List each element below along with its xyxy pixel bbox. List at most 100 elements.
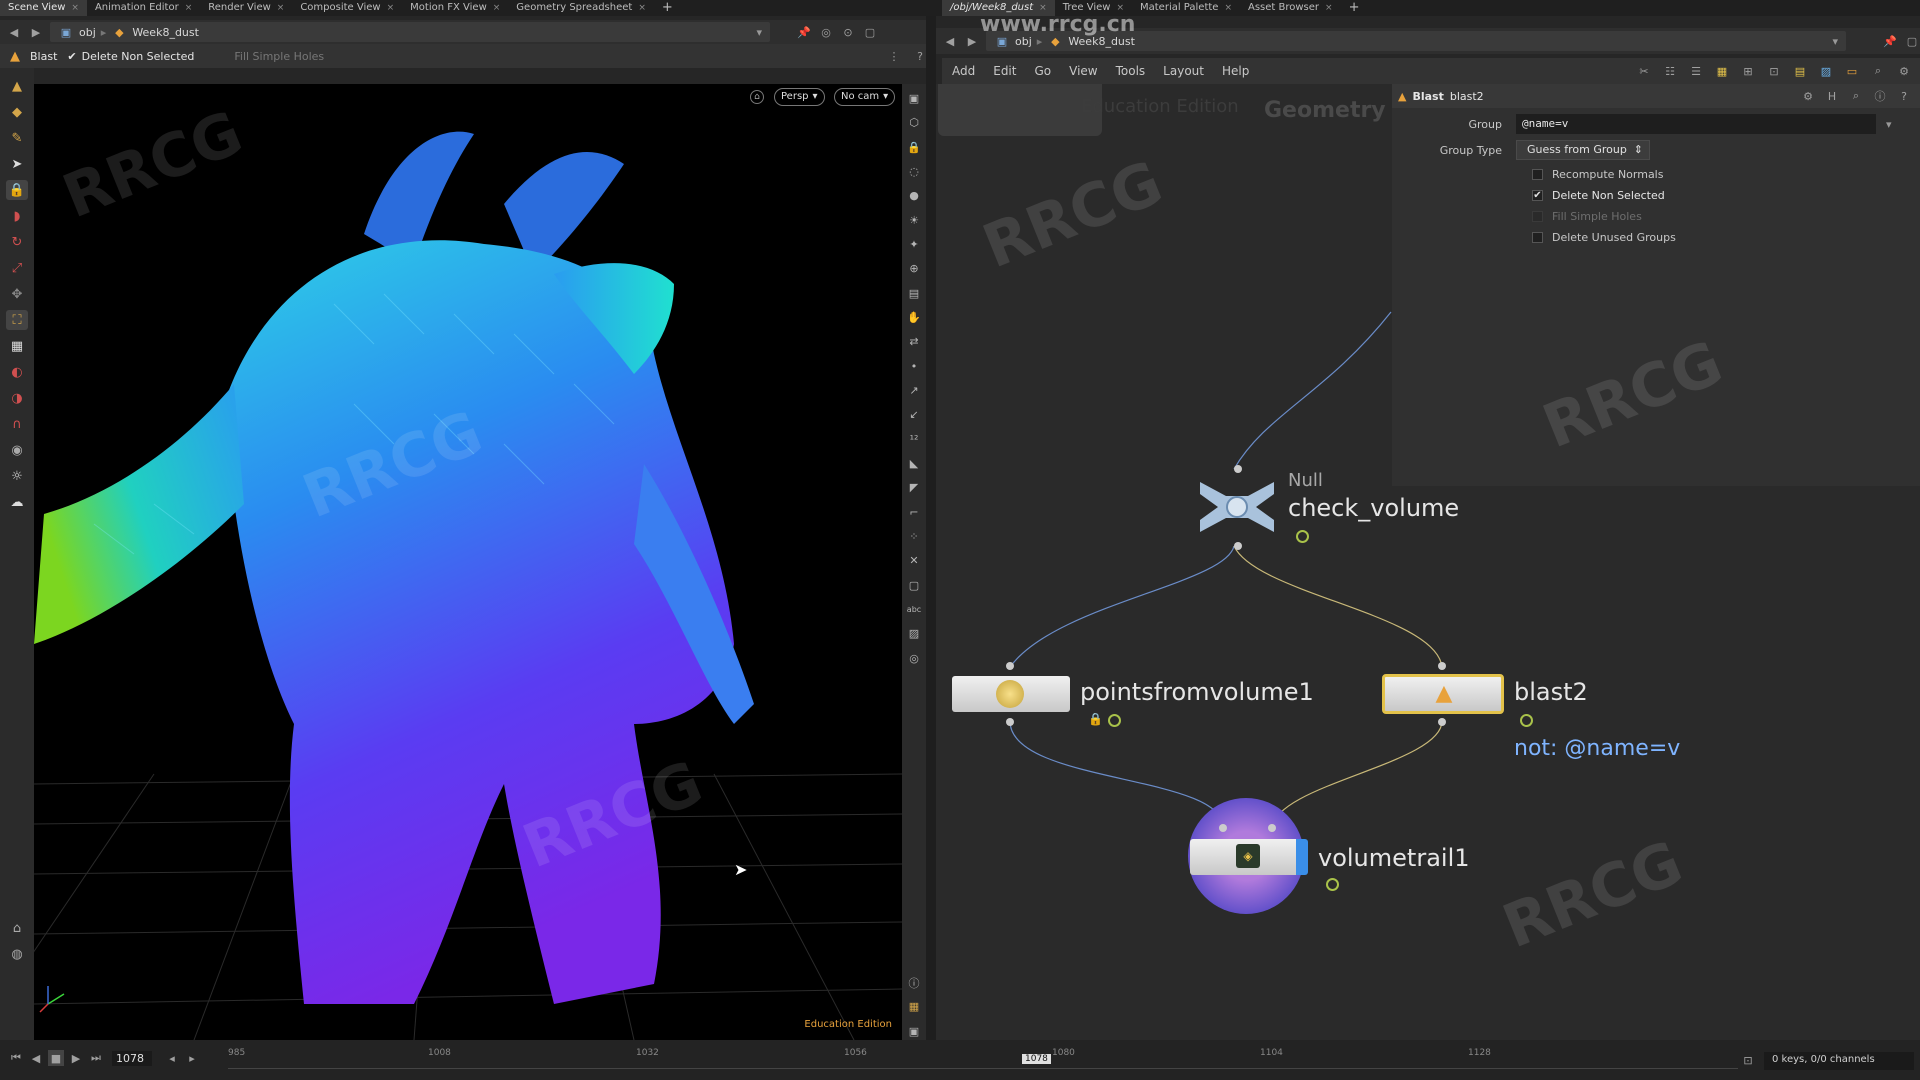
blast2-node[interactable]: ▲ bbox=[1382, 674, 1504, 714]
menu-go[interactable]: Go bbox=[1034, 64, 1051, 78]
sticky-note-icon[interactable]: ▤ bbox=[1792, 63, 1808, 79]
lock-icon[interactable]: 🔒 bbox=[6, 180, 28, 200]
handle-tool-icon[interactable]: ▲ bbox=[6, 76, 28, 96]
pin-icon[interactable]: ⊕ bbox=[905, 260, 923, 277]
face-icon[interactable]: ◤ bbox=[905, 479, 923, 496]
paint-tool-icon[interactable]: ✎ bbox=[6, 128, 28, 148]
brush-icon[interactable]: ◑ bbox=[6, 388, 28, 408]
node-info-icon[interactable] bbox=[1108, 714, 1121, 727]
group-type-select[interactable]: Guess from Group ⇕ bbox=[1516, 140, 1650, 160]
delete-unused-groups-row[interactable]: Delete Unused Groups bbox=[1532, 231, 1676, 244]
wrench-icon[interactable]: ✂ bbox=[1636, 63, 1652, 79]
snap-icon[interactable]: ⊙ bbox=[840, 24, 856, 40]
input-connector[interactable] bbox=[1006, 662, 1014, 670]
volumetrail-node[interactable]: ◈ bbox=[1190, 839, 1308, 875]
light-bulb-icon[interactable]: ☀ bbox=[905, 212, 923, 229]
tab-geometry-spreadsheet[interactable]: Geometry Spreadsheet × bbox=[508, 0, 654, 16]
node-name-label[interactable]: check_volume bbox=[1288, 494, 1459, 522]
wireframe-icon[interactable]: ⬡ bbox=[905, 114, 923, 131]
light-tool-icon[interactable]: ☼ bbox=[6, 466, 28, 486]
tab-animation-editor[interactable]: Animation Editor × bbox=[87, 0, 200, 16]
point-light-icon[interactable]: ✦ bbox=[905, 236, 923, 253]
tab-render-view[interactable]: Render View × bbox=[200, 0, 292, 16]
image-icon[interactable]: ▨ bbox=[1818, 63, 1834, 79]
stop-icon[interactable]: ■ bbox=[48, 1050, 64, 1066]
normal-icon[interactable]: ↗ bbox=[905, 382, 923, 399]
view-tool-icon[interactable]: ⛶ bbox=[6, 310, 28, 330]
menu-tools[interactable]: Tools bbox=[1116, 64, 1146, 78]
timeline-scrubber[interactable]: 985 1008 1032 1056 1080 1104 1128 1078 bbox=[228, 1048, 1738, 1074]
play-reverse-icon[interactable]: ◀ bbox=[28, 1050, 44, 1066]
transform-icon[interactable]: ✥ bbox=[6, 284, 28, 304]
menu-edit[interactable]: Edit bbox=[993, 64, 1016, 78]
grid-icon[interactable]: ▦ bbox=[905, 998, 923, 1015]
chevron-down-icon[interactable]: ▾ bbox=[756, 26, 762, 39]
back-arrow-icon[interactable]: ◀ bbox=[942, 33, 958, 49]
group-field[interactable]: @name=v bbox=[1516, 114, 1876, 134]
tab-material-palette[interactable]: Material Palette × bbox=[1132, 0, 1240, 16]
dependency-icon[interactable]: ⊡ bbox=[1766, 63, 1782, 79]
pin-icon[interactable]: 📌 bbox=[796, 24, 812, 40]
input-connector[interactable] bbox=[1234, 465, 1242, 473]
snap-magnet-icon[interactable]: ∩ bbox=[6, 414, 28, 434]
close-icon[interactable]: × bbox=[1325, 0, 1333, 16]
tile-icon[interactable]: ⊞ bbox=[1740, 63, 1756, 79]
chevron-down-icon[interactable]: ▾ bbox=[1886, 118, 1892, 131]
close-icon[interactable]: × bbox=[185, 0, 193, 16]
node-info-icon[interactable] bbox=[1296, 530, 1309, 543]
3d-viewport[interactable]: ⌂ Persp ▾ No cam ▾ Education Edition ➤ bbox=[34, 84, 902, 1040]
menu-help[interactable]: Help bbox=[1222, 64, 1249, 78]
node-name-label[interactable]: pointsfromvolume1 bbox=[1080, 678, 1314, 706]
rotate-icon[interactable]: ↻ bbox=[6, 232, 28, 252]
tree-view-icon[interactable]: ☷ bbox=[1662, 63, 1678, 79]
close-icon[interactable]: × bbox=[387, 0, 395, 16]
select-arrow-icon[interactable]: ➤ bbox=[6, 154, 28, 174]
persp-menu[interactable]: Persp ▾ bbox=[774, 88, 825, 106]
add-tab-icon[interactable]: + bbox=[1341, 0, 1368, 16]
snapshot-icon[interactable]: ▣ bbox=[905, 1023, 923, 1040]
input-connector[interactable] bbox=[1219, 824, 1227, 832]
delete-non-selected-toggle[interactable]: ✔ Delete Non Selected bbox=[67, 50, 194, 63]
output-connector[interactable] bbox=[1006, 718, 1014, 726]
fill-simple-holes-checkbox[interactable] bbox=[1532, 211, 1543, 222]
dot-icon[interactable]: • bbox=[905, 358, 923, 375]
folder-icon[interactable]: ▭ bbox=[1844, 63, 1860, 79]
input-connector[interactable] bbox=[1438, 662, 1446, 670]
node-name-label[interactable]: volumetrail1 bbox=[1318, 844, 1470, 872]
info-icon[interactable]: ⓘ bbox=[1872, 88, 1888, 104]
menu-view[interactable]: View bbox=[1069, 64, 1097, 78]
tab-composite-view[interactable]: Composite View × bbox=[292, 0, 402, 16]
display-options-icon[interactable]: ▣ bbox=[905, 90, 923, 107]
close-icon[interactable]: × bbox=[1224, 0, 1232, 16]
tab-asset-browser[interactable]: Asset Browser × bbox=[1240, 0, 1341, 16]
forward-arrow-icon[interactable]: ▶ bbox=[28, 24, 44, 40]
tab-scene-view[interactable]: Scene View × bbox=[0, 0, 87, 16]
cloth-tool-icon[interactable]: ☁ bbox=[6, 492, 28, 512]
back-arrow-icon[interactable]: ◀ bbox=[6, 24, 22, 40]
houdini-icon[interactable]: H bbox=[1824, 88, 1840, 104]
uv-icon[interactable]: ⌐ bbox=[905, 504, 923, 521]
node-name-label[interactable]: blast2 bbox=[1514, 678, 1588, 706]
camera-menu[interactable]: No cam ▾ bbox=[834, 88, 896, 106]
light-linker-icon[interactable]: ⇄ bbox=[905, 333, 923, 350]
jump-start-icon[interactable]: ⏮ bbox=[8, 1050, 24, 1066]
play-icon[interactable]: ▶ bbox=[68, 1050, 84, 1066]
null-node[interactable] bbox=[1194, 476, 1280, 538]
search-icon[interactable]: ⌕ bbox=[1870, 63, 1886, 79]
sculpt-icon[interactable]: ◐ bbox=[6, 362, 28, 382]
image-icon[interactable]: ▨ bbox=[905, 625, 923, 642]
delete-unused-groups-checkbox[interactable] bbox=[1532, 232, 1543, 243]
delete-non-selected-row[interactable]: ✔ Delete Non Selected bbox=[1532, 189, 1665, 202]
help-icon[interactable]: ? bbox=[1896, 88, 1912, 104]
playhead-marker[interactable]: 1078 bbox=[1022, 1054, 1051, 1064]
step-back-icon[interactable]: ◂ bbox=[164, 1050, 180, 1066]
output-connector[interactable] bbox=[1234, 542, 1242, 550]
close-icon[interactable]: × bbox=[493, 0, 501, 16]
axis-icon[interactable]: ✕ bbox=[905, 552, 923, 569]
node-info-icon[interactable] bbox=[1520, 714, 1533, 727]
breadcrumb-root[interactable]: obj bbox=[79, 26, 96, 39]
pose-tool-icon[interactable]: ◆ bbox=[6, 102, 28, 122]
keyframe-options-icon[interactable]: ⊡ bbox=[1740, 1052, 1756, 1068]
recompute-normals-row[interactable]: Recompute Normals bbox=[1532, 168, 1663, 181]
list-icon[interactable]: ☰ bbox=[1688, 63, 1704, 79]
